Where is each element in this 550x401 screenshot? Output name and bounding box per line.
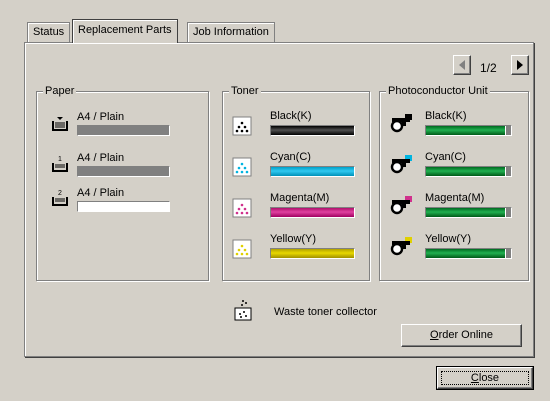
toner-cartridge-icon [232, 239, 252, 259]
paper-level-bar [77, 166, 170, 177]
toner-cartridge-icon [232, 116, 252, 136]
paper-level-bar [77, 125, 170, 136]
order-online-label: Order Online [430, 329, 493, 341]
photoconductor-drum-icon [390, 237, 412, 256]
photoconductor-group-title: Photoconductor Unit [386, 84, 490, 98]
tab-replacement-parts[interactable]: Replacement Parts [72, 19, 178, 43]
photoconductor-level-fill [426, 126, 506, 135]
toner-item-label: Magenta(M) [270, 192, 330, 204]
photoconductor-level-remainder [506, 126, 511, 135]
photoconductor-level-remainder [506, 249, 511, 258]
close-label: Close [470, 372, 500, 384]
photoconductor-level-bar [425, 125, 512, 136]
waste-toner-icon [234, 300, 252, 321]
waste-toner-label: Waste toner collector [274, 306, 377, 318]
paper-tray-2-icon: 2 [52, 190, 68, 206]
paper-group-title: Paper [43, 84, 77, 98]
toner-level-bar [270, 166, 355, 177]
paper-tray-1-icon: 1 [52, 156, 68, 172]
photoconductor-drum-icon [390, 196, 412, 215]
page-indicator: 1/2 [480, 61, 497, 75]
paper-item-label: A4 / Plain [77, 152, 125, 164]
paper-level-bar [77, 201, 170, 212]
photoconductor-item-label: Magenta(M) [425, 192, 485, 204]
toner-item-label: Cyan(C) [270, 151, 311, 163]
photoconductor-item-label: Cyan(C) [425, 151, 466, 163]
svg-text:2: 2 [58, 190, 62, 197]
toner-item-label: Yellow(Y) [270, 233, 317, 245]
photoconductor-level-fill [426, 208, 506, 217]
svg-text:1: 1 [58, 156, 62, 163]
tab-job-information[interactable]: Job Information [187, 22, 275, 42]
toner-group-title: Toner [229, 84, 261, 98]
toner-cartridge-icon [232, 198, 252, 218]
photoconductor-level-fill [426, 249, 506, 258]
toner-level-fill [271, 126, 354, 135]
photoconductor-drum-icon [390, 114, 412, 133]
toner-item-label: Black(K) [270, 110, 312, 122]
tab-job-information-label: Job Information [193, 26, 269, 38]
photoconductor-item-label: Black(K) [425, 110, 467, 122]
tab-status[interactable]: Status [27, 22, 71, 42]
paper-item-label: A4 / Plain [77, 187, 125, 199]
paper-item-label: A4 / Plain [77, 111, 125, 123]
photoconductor-drum-icon [390, 155, 412, 174]
order-online-button[interactable]: Order Online [401, 324, 522, 347]
photoconductor-level-bar [425, 248, 512, 259]
tab-status-label: Status [33, 26, 65, 38]
toner-cartridge-icon [232, 157, 252, 177]
photoconductor-level-remainder [506, 167, 511, 176]
toner-level-bar [270, 248, 355, 259]
photoconductor-level-remainder [506, 208, 511, 217]
next-page-button[interactable] [511, 55, 529, 75]
close-button[interactable]: Close [437, 367, 533, 389]
prev-page-button[interactable] [453, 55, 471, 75]
photoconductor-level-fill [426, 167, 506, 176]
photoconductor-item-label: Yellow(Y) [425, 233, 472, 245]
paper-group: Paper A4 / Plain 1 A4 / Plain 2 A4 / Pla… [36, 84, 209, 281]
toner-level-fill [271, 249, 354, 258]
photoconductor-level-bar [425, 207, 512, 218]
photoconductor-level-bar [425, 166, 512, 177]
toner-level-fill [271, 208, 354, 217]
triangle-left-icon [459, 60, 465, 70]
toner-level-bar [270, 207, 355, 218]
toner-level-bar [270, 125, 355, 136]
tab-replacement-parts-label: Replacement Parts [78, 24, 172, 36]
paper-tray-icon [52, 117, 68, 131]
triangle-right-icon [517, 60, 523, 70]
toner-level-fill [271, 167, 354, 176]
replacement-parts-panel: 1/2 Paper A4 / Plain 1 A4 / Plain 2 A4 /… [24, 42, 534, 357]
